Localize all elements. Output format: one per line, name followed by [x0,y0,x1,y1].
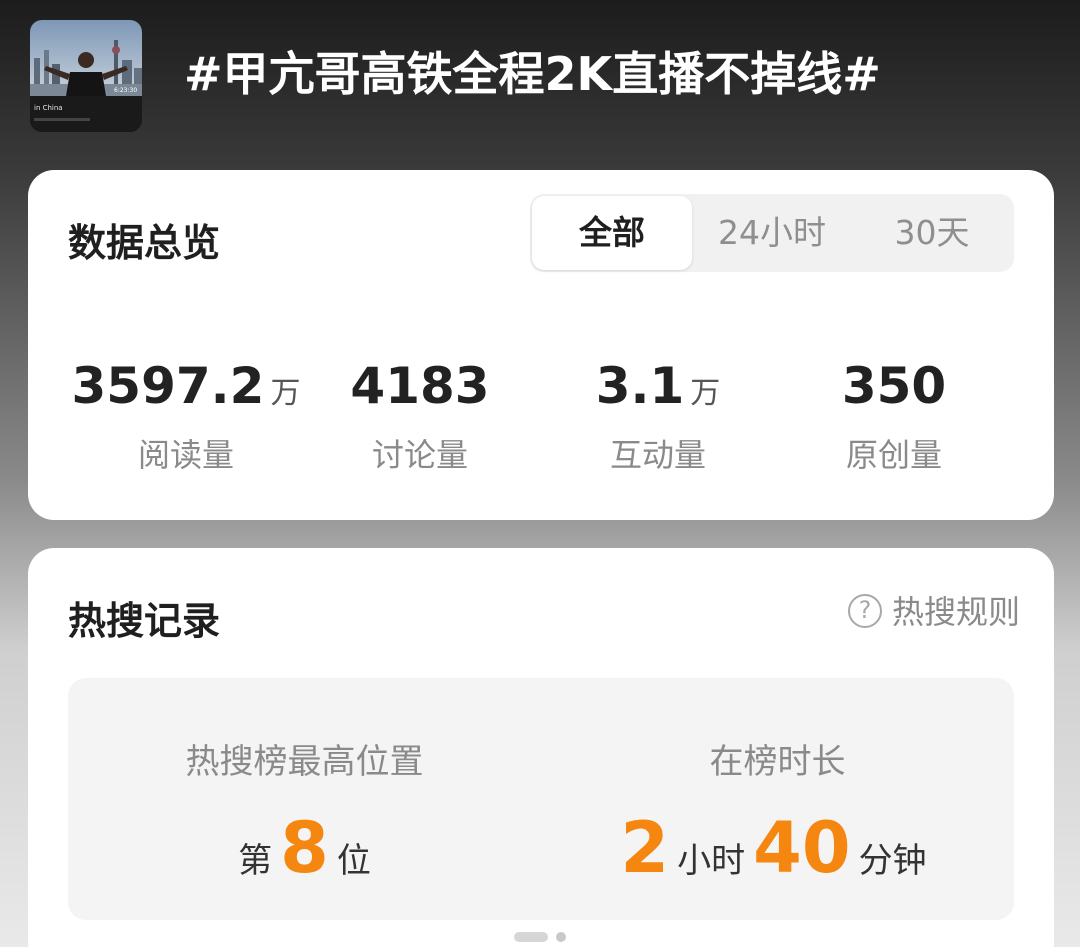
duration-hours: 2 [620,807,670,889]
stat-value: 3597.2 [71,357,265,415]
highest-position-label: 热搜榜最高位置 [185,742,424,782]
stat-originals: 350 原创量 [774,356,1014,476]
tab-24h[interactable]: 24小时 [692,196,852,270]
stat-label: 互动量 [609,436,706,474]
data-overview-card: 数据总览 全部 24小时 30天 3597.2 万 阅读量 4183 讨论量 3.… [28,170,1054,520]
stat-interactions: 3.1 万 互动量 [538,356,778,476]
stat-discussions: 4183 讨论量 [300,356,540,476]
topic-title: #甲亢哥高铁全程2K直播不掉线# [184,47,881,101]
thumbnail-time: 6:23:30 [114,87,137,94]
pager-dot-active[interactable] [514,932,548,942]
hot-search-card: 热搜记录 ? 热搜规则 热搜榜最高位置 第8位 在榜时长 2 小时 40 分钟 [28,548,1054,947]
topic-thumbnail-image: in China 6:23:30 [30,20,142,132]
stat-label: 原创量 [845,436,942,474]
duration-label: 在榜时长 [709,742,846,782]
duration-minutes: 40 [753,807,851,889]
highest-position-block: 热搜榜最高位置 第8位 [68,678,541,920]
hot-search-rules-link[interactable]: ? 热搜规则 [847,592,1020,632]
stat-value: 4183 [350,357,490,415]
duration-hours-unit: 小时 [677,841,746,881]
stat-label: 讨论量 [371,436,468,474]
stat-label: 阅读量 [137,436,234,474]
position-suffix: 位 [336,841,371,881]
tab-all[interactable]: 全部 [532,196,692,270]
thumbnail-caption: in China [34,104,63,112]
duration-block: 在榜时长 2 小时 40 分钟 [541,678,1014,920]
stat-reads: 3597.2 万 阅读量 [66,356,306,476]
overview-title: 数据总览 [68,221,221,265]
stat-value: 3.1 [595,357,685,415]
pager-dot[interactable] [556,932,566,942]
duration-minutes-unit: 分钟 [858,841,927,881]
topic-header: in China 6:23:30 #甲亢哥高铁全程2K直播不掉线# [0,0,1080,170]
time-range-tabs: 全部 24小时 30天 [530,194,1014,272]
stat-value: 350 [841,357,947,415]
hot-search-panel: 热搜榜最高位置 第8位 在榜时长 2 小时 40 分钟 [68,678,1014,920]
question-circle-icon: ? [847,594,882,628]
rules-link-label: 热搜规则 [891,593,1020,631]
stat-unit: 万 [690,376,721,411]
stat-unit: 万 [270,376,301,411]
position-number: 8 [280,807,329,889]
position-prefix: 第 [238,841,273,881]
tab-30d[interactable]: 30天 [852,196,1012,270]
topic-thumbnail[interactable]: in China 6:23:30 [30,20,142,132]
hot-search-title: 热搜记录 [68,599,221,643]
